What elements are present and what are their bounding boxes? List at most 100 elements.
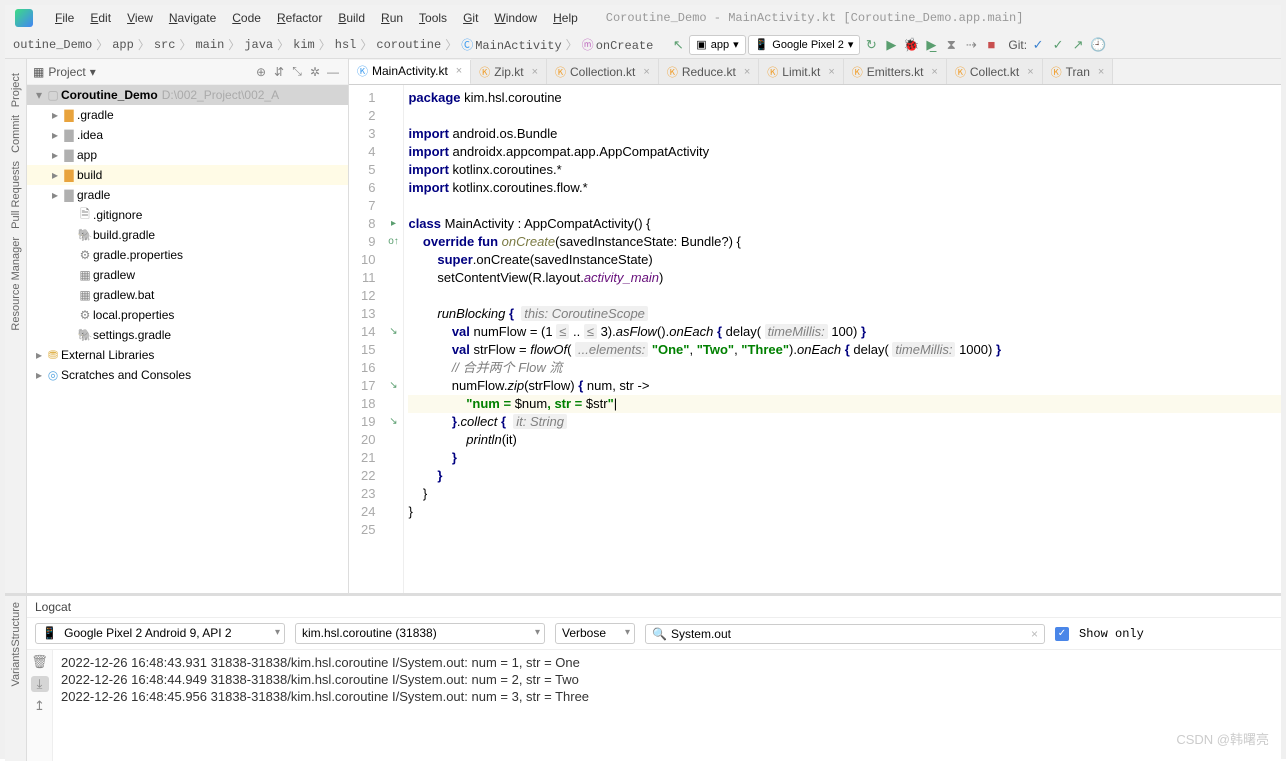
menu-navigate[interactable]: Navigate [161,11,224,25]
stop-icon[interactable]: ■ [982,36,1000,54]
logcat-level-combo[interactable]: Verbose [555,623,635,644]
project-tree[interactable]: ▾▢ Coroutine_Demo D:\002_Project\002_A ▸… [27,85,348,593]
trash-icon[interactable]: 🗑 [31,654,49,670]
breadcrumb[interactable]: ⓜonCreate [578,36,658,53]
logcat-side-toolbar: 🗑 ⤓ ↥ [27,650,53,761]
attach-icon[interactable]: ⇢ [962,36,980,54]
tree-scratches[interactable]: ▸◎Scratches and Consoles [27,365,348,385]
tree-item[interactable]: ▦gradlew [27,265,348,285]
breadcrumb-sep-icon: 〉 [566,36,578,53]
coverage-icon[interactable]: ▶̲ [922,36,940,54]
breadcrumb-sep-icon: 〉 [360,36,372,53]
breadcrumb[interactable]: java [240,38,277,52]
breadcrumb[interactable]: outine_Demo [9,38,96,52]
close-tab-icon[interactable]: × [643,66,649,78]
locate-icon[interactable]: ⊕ [252,65,270,79]
up-icon[interactable]: ↥ [31,698,49,714]
menu-git[interactable]: Git [455,11,486,25]
menu-window[interactable]: Window [486,11,545,25]
regex-checkbox[interactable]: ✓ [1055,627,1069,641]
editor-tab[interactable]: ⓀCollection.kt× [547,59,659,84]
breadcrumb[interactable]: ⒸMainActivity [457,36,565,53]
tree-item[interactable]: ⚙local.properties [27,305,348,325]
code-editor[interactable]: 1234567891011121314151617181920212223242… [349,85,1281,593]
run-config-combo[interactable]: ▣ app ▾ [689,35,745,55]
kotlin-file-icon: Ⓚ [479,64,490,80]
logcat-filter-input[interactable]: 🔍 System.out × [645,624,1045,644]
kotlin-file-icon: Ⓚ [667,64,678,80]
close-tab-icon[interactable]: × [456,65,462,77]
profile-icon[interactable]: ⧗ [942,36,960,54]
editor-tab[interactable]: ⓀReduce.kt× [659,59,759,84]
editor-tab[interactable]: ⓀTran× [1043,59,1114,84]
tree-item[interactable]: 🐘build.gradle [27,225,348,245]
scroll-end-icon[interactable]: ⤓ [31,676,49,692]
breadcrumb[interactable]: main [191,38,228,52]
breadcrumb[interactable]: kim [289,38,319,52]
tree-root[interactable]: ▾▢ Coroutine_Demo D:\002_Project\002_A [27,85,348,105]
tree-external-libs[interactable]: ▸⛃External Libraries [27,345,348,365]
close-tab-icon[interactable]: × [828,66,834,78]
menu-build[interactable]: Build [330,11,373,25]
left-tab-project[interactable]: Project [10,69,22,111]
clear-filter-icon[interactable]: × [1031,627,1038,641]
menu-code[interactable]: Code [224,11,269,25]
editor-tab[interactable]: ⓀMainActivity.kt× [349,60,471,85]
close-tab-icon[interactable]: × [744,66,750,78]
menu-run[interactable]: Run [373,11,411,25]
close-tab-icon[interactable]: × [1098,66,1104,78]
logcat-output[interactable]: 2022-12-26 16:48:43.931 31838-31838/kim.… [53,650,1281,761]
run-icon[interactable]: ▶ [882,36,900,54]
left-tab-pull-requests[interactable]: Pull Requests [10,157,22,233]
bottom-left-tab-structure[interactable]: Structure [10,602,22,647]
breadcrumb[interactable]: app [108,38,138,52]
debug-icon[interactable]: 🐞 [902,36,920,54]
editor-tab[interactable]: ⓀCollect.kt× [947,59,1043,84]
editor-tab[interactable]: ⓀEmitters.kt× [844,59,947,84]
tree-item[interactable]: ▸▇build [27,165,348,185]
tree-item[interactable]: 🗎.gitignore [27,205,348,225]
menu-file[interactable]: File [47,11,82,25]
left-tab-resource-manager[interactable]: Resource Manager [10,233,22,335]
left-tab-commit[interactable]: Commit [10,111,22,157]
menu-edit[interactable]: Edit [82,11,119,25]
git-history-icon[interactable]: 🕘 [1089,36,1107,54]
close-tab-icon[interactable]: × [1027,66,1033,78]
editor-tab[interactable]: ⓀZip.kt× [471,59,547,84]
expand-icon[interactable]: ⇵ [270,65,288,79]
logcat-device-combo[interactable]: 📱 Google Pixel 2 Android 9, API 2 [35,623,285,644]
tree-item[interactable]: ▸▇gradle [27,185,348,205]
collapse-icon[interactable]: ⤡ [288,64,306,79]
tree-item[interactable]: ⚙gradle.properties [27,245,348,265]
run-again-icon[interactable]: ↻ [862,36,880,54]
editor-tab[interactable]: ⓀLimit.kt× [759,59,843,84]
nav-bar: outine_Demo〉app〉src〉main〉java〉kim〉hsl〉co… [5,31,1281,59]
menu-tools[interactable]: Tools [411,11,455,25]
menu-view[interactable]: View [119,11,161,25]
breadcrumb-sep-icon: 〉 [319,36,331,53]
breadcrumb[interactable]: src [150,38,180,52]
device-combo[interactable]: 📱 Google Pixel 2 ▾ [748,35,861,55]
breadcrumb[interactable]: coroutine [372,38,445,52]
tree-item[interactable]: ▦gradlew.bat [27,285,348,305]
tree-item[interactable]: ▸▇app [27,145,348,165]
tree-item[interactable]: ▸▇.idea [27,125,348,145]
git-update-icon[interactable]: ✓ [1029,36,1047,54]
hide-icon[interactable]: — [324,65,342,79]
close-tab-icon[interactable]: × [931,66,937,78]
kotlin-file-icon: Ⓚ [555,64,566,80]
menu-help[interactable]: Help [545,11,586,25]
logcat-process-combo[interactable]: kim.hsl.coroutine (31838) [295,623,545,644]
tree-item[interactable]: ▸▇.gradle [27,105,348,125]
breadcrumb-sep-icon: 〉 [445,36,457,53]
menu-refactor[interactable]: Refactor [269,11,330,25]
git-commit-icon[interactable]: ✓ [1049,36,1067,54]
settings-icon[interactable]: ✲ [306,65,324,79]
breadcrumb[interactable]: hsl [331,38,361,52]
bottom-left-tab-variants[interactable]: Variants [10,647,22,687]
close-tab-icon[interactable]: × [532,66,538,78]
tree-item[interactable]: 🐘settings.gradle [27,325,348,345]
git-push-icon[interactable]: ↗ [1069,36,1087,54]
nav-back-icon[interactable]: ↖ [669,36,687,54]
project-view-icon[interactable]: ▦ [33,65,44,79]
